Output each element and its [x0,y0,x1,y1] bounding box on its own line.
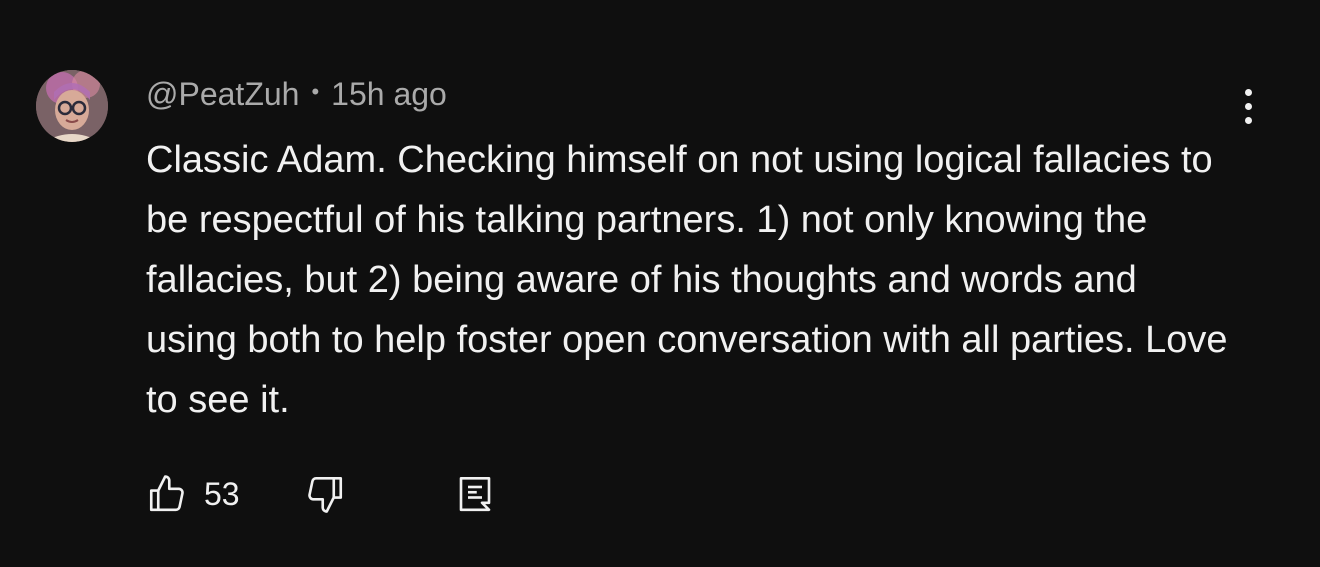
comment-meta: @PeatZuh • 15h ago [146,74,447,114]
kebab-dot [1244,116,1252,124]
comment-text: Classic Adam. Checking himself on not us… [146,139,1228,421]
avatar-image [36,70,108,142]
comment-actions: 53 [146,470,496,518]
like-button[interactable]: 53 [146,473,240,515]
kebab-dot [1244,88,1252,96]
timestamp[interactable]: 15h ago [331,76,447,113]
like-count: 53 [204,475,240,512]
meta-separator: • [311,79,320,104]
author-handle[interactable]: @PeatZuh [146,76,299,113]
more-vertical-icon[interactable] [1226,84,1270,128]
dislike-button[interactable] [304,473,346,515]
comment-thread: @PeatZuh • 15h ago Classic Adam. Checkin… [0,0,1320,567]
avatar[interactable] [36,70,108,142]
thumbs-down-icon [307,476,342,513]
reply-comment-icon [459,476,490,512]
reply-button[interactable] [454,473,496,515]
kebab-dot [1244,102,1252,110]
thumbs-up-icon [149,475,184,512]
